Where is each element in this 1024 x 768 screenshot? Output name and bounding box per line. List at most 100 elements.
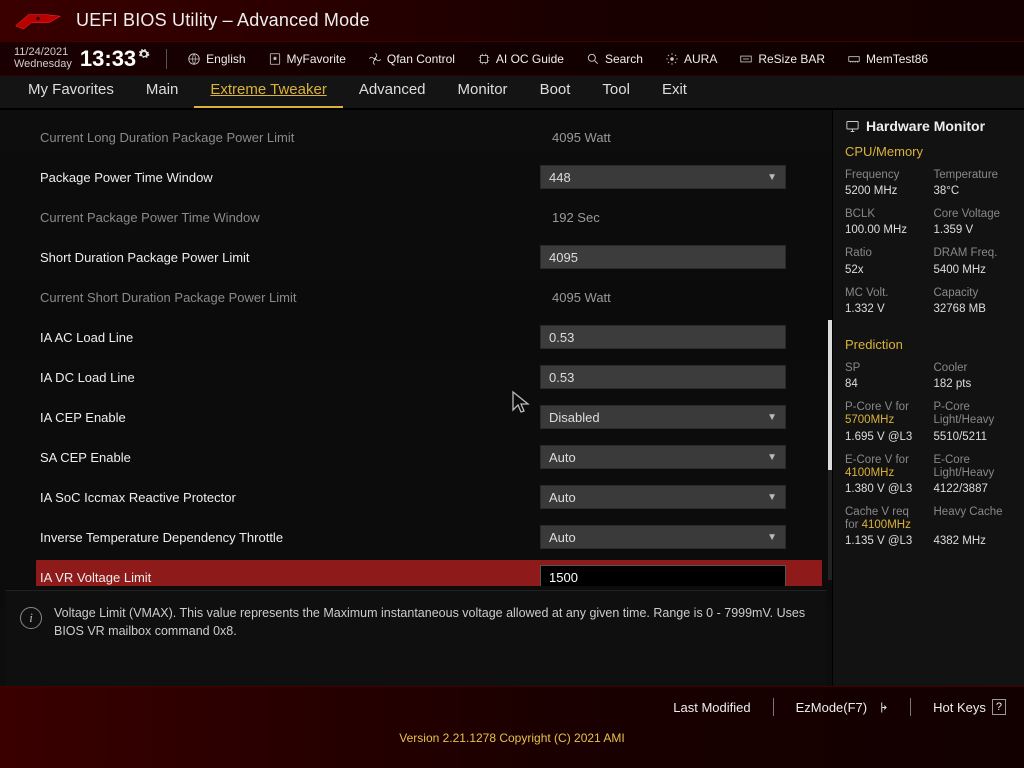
setting-row[interactable]: Package Power Time Window448▼	[40, 160, 822, 194]
setting-row[interactable]: SA CEP EnableAuto▼	[40, 440, 822, 474]
corev-label: Core Voltage	[934, 208, 1015, 221]
setting-label: Package Power Time Window	[40, 170, 540, 185]
setting-row[interactable]: IA AC Load Line0.53	[40, 320, 822, 354]
search-label: Search	[605, 52, 643, 66]
setting-row[interactable]: IA VR Voltage Limit1500	[36, 560, 822, 586]
setting-row[interactable]: IA CEP EnableDisabled▼	[40, 400, 822, 434]
setting-value-readonly: 4095 Watt	[540, 290, 611, 305]
aura-link[interactable]: AURA	[659, 50, 723, 68]
tab-my-favorites[interactable]: My Favorites	[12, 75, 130, 108]
setting-row[interactable]: Inverse Temperature Dependency ThrottleA…	[40, 520, 822, 554]
setting-text-input[interactable]: 1500	[540, 565, 786, 586]
setting-row[interactable]: IA SoC Iccmax Reactive Protector Auto ▼	[40, 480, 822, 514]
star-doc-icon	[268, 52, 282, 66]
tab-boot[interactable]: Boot	[524, 75, 587, 108]
help-text: Voltage Limit (VMAX). This value represe…	[54, 605, 810, 676]
setting-label: IA CEP Enable	[40, 410, 540, 425]
dropdown-value: Auto	[549, 490, 576, 505]
weekday-text: Wednesday	[14, 59, 72, 71]
qfan-link[interactable]: Qfan Control	[362, 50, 461, 68]
utility-bar: 11/24/2021 Wednesday 13:33 English MyFav…	[0, 42, 1024, 76]
setting-label: IA DC Load Line	[40, 370, 540, 385]
memory-icon	[847, 52, 861, 66]
resize-bar-label: ReSize BAR	[758, 52, 825, 66]
sp-value: 84	[845, 378, 926, 390]
setting-row: Current Long Duration Package Power Limi…	[40, 120, 822, 154]
ai-oc-label: AI OC Guide	[496, 52, 564, 66]
help-panel: i Voltage Limit (VMAX). This value repre…	[6, 590, 826, 686]
chevron-down-icon: ▼	[767, 492, 777, 503]
ai-oc-link[interactable]: AI OC Guide	[471, 50, 570, 68]
dram-label: DRAM Freq.	[934, 247, 1015, 260]
scrollbar-thumb[interactable]	[828, 320, 832, 470]
ezmode-button[interactable]: EzMode(F7)	[796, 700, 889, 715]
setting-label: Current Short Duration Package Power Lim…	[40, 290, 540, 305]
text-input-value: 0.53	[549, 330, 574, 345]
tab-advanced[interactable]: Advanced	[343, 75, 442, 108]
heavy-cache-label: Heavy Cache	[934, 506, 1015, 532]
ratio-label: Ratio	[845, 247, 926, 260]
clock: 13:33	[80, 46, 150, 72]
hardware-monitor-panel: Hardware Monitor CPU/Memory Frequency Te…	[832, 110, 1024, 686]
divider	[166, 49, 167, 69]
freq-value: 5200 MHz	[845, 185, 926, 197]
memtest-link[interactable]: MemTest86	[841, 50, 934, 68]
last-modified-button[interactable]: Last Modified	[673, 700, 750, 715]
divider	[910, 698, 911, 716]
resize-bar-link[interactable]: ReSize BAR	[733, 50, 831, 68]
titlebar: UEFI BIOS Utility – Advanced Mode	[0, 0, 1024, 42]
chevron-down-icon: ▼	[767, 412, 777, 423]
language-label: English	[206, 52, 245, 66]
bottom-bar: Last Modified EzMode(F7) Hot Keys ? Vers…	[0, 686, 1024, 768]
tab-tool[interactable]: Tool	[586, 75, 646, 108]
freq-label: Frequency	[845, 169, 926, 182]
globe-icon	[187, 52, 201, 66]
bclk-label: BCLK	[845, 208, 926, 221]
dram-value: 5400 MHz	[934, 264, 1015, 276]
aura-label: AURA	[684, 52, 717, 66]
tab-exit[interactable]: Exit	[646, 75, 703, 108]
setting-text-input[interactable]: 0.53	[540, 365, 786, 389]
tab-main[interactable]: Main	[130, 75, 195, 108]
setting-dropdown[interactable]: Auto▼	[540, 525, 786, 549]
qfan-label: Qfan Control	[387, 52, 455, 66]
setting-row[interactable]: Short Duration Package Power Limit4095	[40, 240, 822, 274]
setting-row[interactable]: IA DC Load Line0.53	[40, 360, 822, 394]
sp-label: SP	[845, 362, 926, 375]
search-link[interactable]: Search	[580, 50, 649, 68]
hotkeys-button[interactable]: Hot Keys ?	[933, 699, 1006, 715]
heavy-cache-value: 4382 MHz	[934, 535, 1015, 547]
cooler-value: 182 pts	[934, 378, 1015, 390]
settings-scroll[interactable]: Current Long Duration Package Power Limi…	[0, 110, 832, 586]
dropdown-value: Auto	[549, 450, 576, 465]
setting-dropdown[interactable]: Disabled▼	[540, 405, 786, 429]
language-selector[interactable]: English	[181, 50, 251, 68]
setting-label: IA SoC Iccmax Reactive Protector	[40, 490, 540, 505]
settings-panel: Current Long Duration Package Power Limi…	[0, 110, 832, 686]
myfavorite-link[interactable]: MyFavorite	[262, 50, 352, 68]
setting-dropdown[interactable]: Auto▼	[540, 445, 786, 469]
ecorev-label: E-Core V for4100MHz	[845, 454, 926, 480]
info-icon: i	[20, 607, 42, 629]
divider	[773, 698, 774, 716]
tab-monitor[interactable]: Monitor	[442, 75, 524, 108]
setting-text-input[interactable]: 0.53	[540, 325, 786, 349]
question-box-icon: ?	[992, 699, 1006, 715]
memtest-label: MemTest86	[866, 52, 928, 66]
pcore-lh-value: 5510/5211	[934, 431, 1015, 443]
setting-dropdown[interactable]: Auto ▼	[540, 485, 786, 509]
setting-label: Inverse Temperature Dependency Throttle	[40, 530, 540, 545]
aura-icon	[665, 52, 679, 66]
pcorev-value: 1.695 V @L3	[845, 431, 926, 443]
gear-icon[interactable]	[138, 48, 150, 60]
rog-logo-icon	[14, 10, 62, 32]
setting-dropdown[interactable]: 448▼	[540, 165, 786, 189]
cooler-label: Cooler	[934, 362, 1015, 375]
hwmon-section-prediction: Prediction	[845, 337, 1014, 352]
chevron-down-icon: ▼	[767, 532, 777, 543]
tab-extreme-tweaker[interactable]: Extreme Tweaker	[194, 75, 342, 108]
ecore-lh-value: 4122/3887	[934, 483, 1015, 495]
fan-icon	[368, 52, 382, 66]
text-input-value: 4095	[549, 250, 578, 265]
setting-text-input[interactable]: 4095	[540, 245, 786, 269]
